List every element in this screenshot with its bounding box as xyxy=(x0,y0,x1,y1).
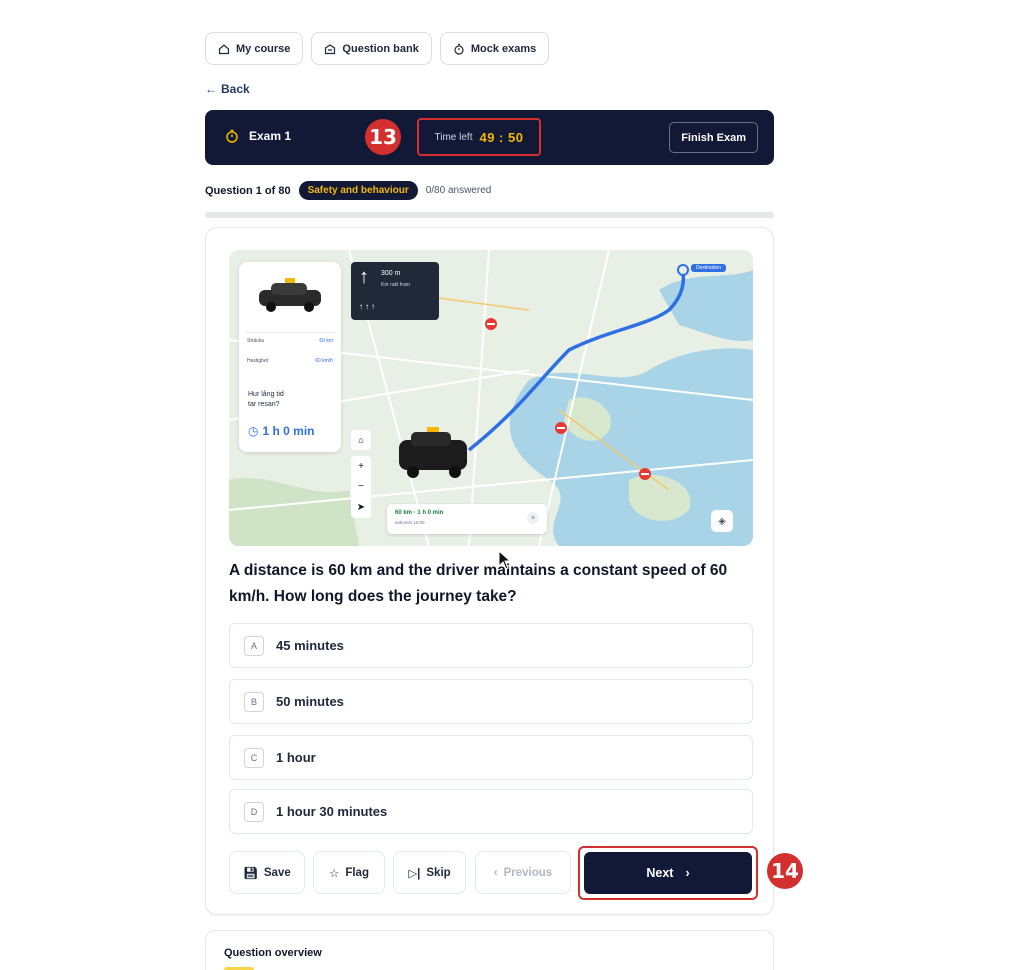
option-text: 50 minutes xyxy=(276,694,344,709)
option-letter: D xyxy=(244,801,264,822)
overview-title: Question overview xyxy=(224,947,322,959)
home-icon xyxy=(218,43,230,54)
time-left-label: Time left xyxy=(434,131,473,143)
question-text: A distance is 60 km and the driver maint… xyxy=(229,562,728,605)
panel-question: Hur lång tid tar resan? xyxy=(248,390,284,410)
direction-card: ↑ 300 m Kör rakt fram ↑↑↑ xyxy=(351,262,439,320)
stopwatch-icon xyxy=(454,43,464,55)
previous-label: Previous xyxy=(503,866,553,879)
stopwatch-icon xyxy=(226,129,238,143)
skip-button[interactable]: ▷| Skip xyxy=(393,851,466,894)
mock-exams-button[interactable]: Mock exams xyxy=(439,32,550,65)
save-button[interactable]: 💾︎ Save xyxy=(229,851,305,894)
distance-value: 60 km xyxy=(319,338,333,344)
exam-title-label: Exam 1 xyxy=(249,129,292,143)
distance-row: Sträcka 60 km xyxy=(247,338,333,344)
question-bank-label: Question bank xyxy=(342,42,419,55)
no-entry-sign xyxy=(485,318,497,330)
option-letter: A xyxy=(244,635,264,656)
save-icon: 💾︎ xyxy=(243,867,258,880)
option-d[interactable]: D 1 hour 30 minutes xyxy=(229,789,753,834)
question-number: Question 1 of 80 xyxy=(205,184,291,197)
option-letter: C xyxy=(244,747,264,768)
option-letter: B xyxy=(244,691,264,712)
speed-label: Hastighet xyxy=(247,358,269,364)
flag-button[interactable]: ☆ Flag xyxy=(313,851,385,894)
zoom-controls: + − ➤ xyxy=(351,456,371,518)
timer-display: Time left 49 : 50 xyxy=(417,118,541,156)
flag-label: Flag xyxy=(345,866,369,879)
annotation-badge-14: 14 xyxy=(767,853,803,889)
no-entry-sign xyxy=(639,468,651,480)
my-course-button[interactable]: My course xyxy=(205,32,304,65)
zoom-in-icon[interactable]: + xyxy=(358,461,364,472)
chevron-left-icon: ‹ xyxy=(493,866,498,879)
progress-bar xyxy=(205,212,774,218)
panel-question-line-1: Hur lång tid xyxy=(248,391,284,398)
arrow-up-icon: ↑ xyxy=(359,266,369,288)
panel-answer-value: 1 h 0 min xyxy=(262,424,315,438)
option-text: 1 hour 30 minutes xyxy=(276,804,388,819)
option-b[interactable]: B 50 minutes xyxy=(229,679,753,724)
my-course-label: My course xyxy=(236,42,291,55)
mock-exams-label: Mock exams xyxy=(470,42,537,55)
panel-answer: ◷ 1 h 0 min xyxy=(248,424,315,438)
divider xyxy=(245,332,335,333)
skip-icon: ▷| xyxy=(408,867,421,880)
save-label: Save xyxy=(263,866,291,879)
route-summary: 60 km · 1 h 0 min xyxy=(395,510,444,516)
next-label: Next xyxy=(646,866,674,880)
exam-title: Exam 1 xyxy=(225,129,291,143)
clock-icon: ◷ xyxy=(248,424,259,438)
top-nav: My course Question bank Mock exams xyxy=(205,32,550,65)
lane-arrows-icon: ↑↑↑ xyxy=(359,302,377,311)
question-card: Sträcka 60 km Hastighet 60 km/h Hur lång… xyxy=(205,227,774,915)
taxi-car-image xyxy=(259,278,321,312)
map-illustration: Sträcka 60 km Hastighet 60 km/h Hur lång… xyxy=(229,250,753,546)
category-badge: Safety and behaviour xyxy=(298,181,418,200)
option-text: 45 minutes xyxy=(276,638,344,653)
option-c[interactable]: C 1 hour xyxy=(229,735,753,780)
question-bank-button[interactable]: Question bank xyxy=(311,32,432,65)
question-overview-card: Question overview xyxy=(205,930,774,970)
trip-info-panel: Sträcka 60 km Hastighet 60 km/h Hur lång… xyxy=(239,262,341,452)
next-button[interactable]: Next › xyxy=(584,852,752,894)
direction-street: Kör rakt fram xyxy=(381,282,410,288)
previous-button[interactable]: ‹ Previous xyxy=(475,851,571,894)
locate-icon[interactable]: ➤ xyxy=(357,502,365,513)
star-icon: ☆ xyxy=(329,867,340,880)
destination-label: Destination xyxy=(691,264,727,272)
finish-exam-button[interactable]: Finish Exam xyxy=(669,122,758,153)
back-link[interactable]: ← Back xyxy=(205,82,250,96)
no-entry-sign xyxy=(555,422,567,434)
back-label: Back xyxy=(221,82,250,96)
mouse-cursor-icon xyxy=(498,550,512,570)
next-highlight: Next › xyxy=(578,846,758,900)
chevron-right-icon: › xyxy=(685,866,690,880)
layers-icon: ◈ xyxy=(718,515,726,527)
close-icon[interactable]: × xyxy=(527,512,539,524)
route-sub: ankomst 10:00 xyxy=(395,520,425,525)
answered-count: 0/80 answered xyxy=(425,185,492,196)
option-text: 1 hour xyxy=(276,750,316,765)
annotation-badge-13: 13 xyxy=(365,119,401,155)
panel-question-line-2: tar resan? xyxy=(248,401,280,408)
distance-label: Sträcka xyxy=(247,338,264,344)
option-a[interactable]: A 45 minutes xyxy=(229,623,753,668)
zoom-out-icon[interactable]: − xyxy=(358,481,364,492)
arrow-left-icon: ← xyxy=(205,82,217,96)
home-map-button[interactable]: ⌂ xyxy=(351,430,371,450)
speed-row: Hastighet 60 km/h xyxy=(247,358,333,364)
home-icon: ⌂ xyxy=(358,435,364,445)
layers-button[interactable]: ◈ xyxy=(711,510,733,532)
speed-value: 60 km/h xyxy=(315,358,333,364)
time-left-value: 49 : 50 xyxy=(479,129,524,145)
skip-label: Skip xyxy=(426,866,451,879)
direction-distance: 300 m xyxy=(381,270,401,277)
bank-icon xyxy=(325,43,336,54)
exam-header-bar: Exam 1 13 Time left 49 : 50 Finish Exam xyxy=(205,110,774,165)
route-summary-card: 60 km · 1 h 0 min ankomst 10:00 × xyxy=(387,504,547,534)
question-meta: Question 1 of 80 Safety and behaviour 0/… xyxy=(205,181,491,200)
